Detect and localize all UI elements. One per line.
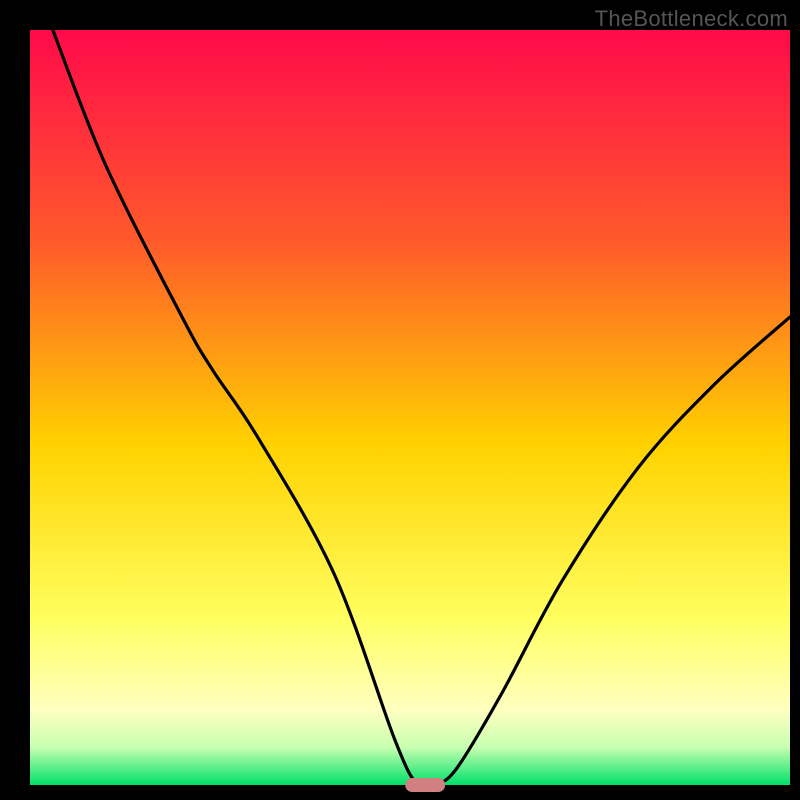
watermark-text: TheBottleneck.com [595,6,788,32]
optimal-marker [405,778,445,792]
chart-stage: TheBottleneck.com [0,0,800,800]
bottleneck-plot [0,0,800,800]
plot-background [30,30,790,785]
